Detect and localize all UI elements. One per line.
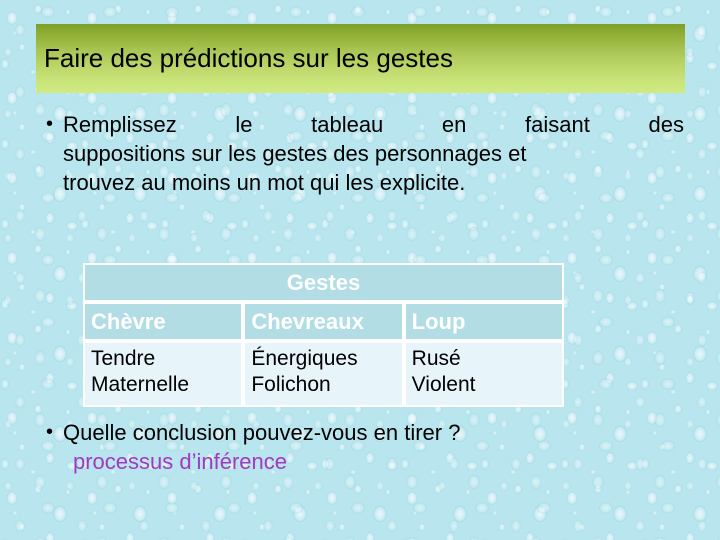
bullet-line: Quelle conclusion pouvez-vous en tirer ? <box>63 420 461 445</box>
title-banner: Faire des prédictions sur les gestes <box>36 24 685 93</box>
table-row: Tendre Maternelle Énergiques Folichon Ru… <box>83 341 564 407</box>
table-header-loup: Loup <box>403 302 564 341</box>
bullet-item-instructions: • Remplissez le tableau en faisant des s… <box>36 110 684 197</box>
table-cell-line: Rusé <box>411 347 461 370</box>
table-cell-line: Énergiques <box>251 347 358 370</box>
table-cell-chevreaux: Énergiques Folichon <box>243 341 404 407</box>
bullet-line: trouvez au moins un mot qui les explicit… <box>63 170 466 195</box>
bullet-marker-icon: • <box>46 113 54 135</box>
table-cell-line: Maternelle <box>91 373 190 396</box>
table-cell-loup: Rusé Violent <box>403 341 564 407</box>
gestures-table: Gestes Chèvre Chevreaux Loup Tendre Mate… <box>83 263 564 407</box>
bullet-marker-icon: • <box>46 421 54 443</box>
table-header-gestes: Gestes <box>83 263 564 302</box>
table-header-row: Chèvre Chevreaux Loup <box>83 302 564 341</box>
bullet-subtext-inference: processus d’inférence <box>73 449 288 474</box>
bullet-line: Remplissez le tableau en faisant des <box>63 112 684 137</box>
page-title: Faire des prédictions sur les gestes <box>44 43 453 73</box>
table-cell-line: Violent <box>411 373 476 396</box>
slide-canvas: Faire des prédictions sur les gestes • R… <box>0 0 720 540</box>
table-header-chevreaux: Chevreaux <box>243 302 404 341</box>
table-cell-line: Folichon <box>251 373 331 396</box>
table-cell-chevre: Tendre Maternelle <box>83 341 244 407</box>
table-header-span-row: Gestes <box>83 263 564 302</box>
table-header-chevre: Chèvre <box>83 302 244 341</box>
bullet-line: suppositions sur les gestes des personna… <box>63 141 527 166</box>
bullet-item-conclusion: • Quelle conclusion pouvez-vous en tirer… <box>36 418 596 476</box>
table-cell-line: Tendre <box>91 347 156 370</box>
